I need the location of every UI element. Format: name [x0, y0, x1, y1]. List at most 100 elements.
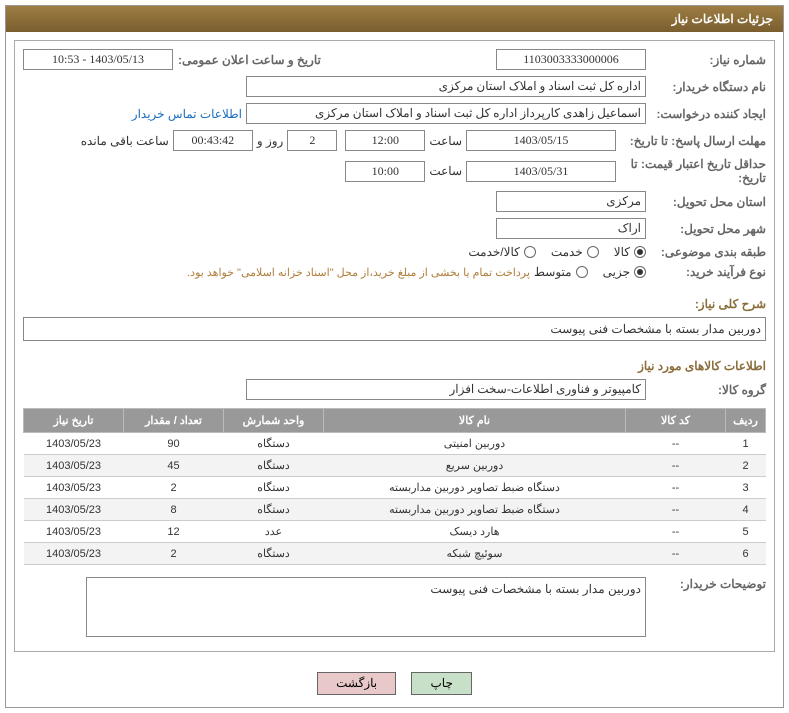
- row-goods-group: گروه کالا: کامپیوتر و فناوری اطلاعات-سخت…: [23, 379, 766, 400]
- table-cell: 1403/05/23: [24, 433, 124, 455]
- print-button[interactable]: چاپ: [411, 672, 471, 695]
- label-requester: ایجاد کننده درخواست:: [646, 107, 766, 121]
- label-buyer-notes: توضیحات خریدار:: [646, 577, 766, 591]
- radio-kala[interactable]: کالا: [614, 245, 646, 259]
- table-row: 4--دستگاه ضبط تصاویر دوربین مداربستهدستگ…: [24, 499, 766, 521]
- table-row: 3--دستگاه ضبط تصاویر دوربین مداربستهدستگ…: [24, 477, 766, 499]
- label-category: طبقه بندی موضوعی:: [646, 245, 766, 259]
- row-purchase-type: نوع فرآیند خرید: جزیی متوسط پرداخت تمام …: [23, 265, 766, 279]
- label-buyer-org: نام دستگاه خریدار:: [646, 80, 766, 94]
- table-cell: دستگاه: [224, 543, 324, 565]
- row-province: استان محل تحویل: مرکزی: [23, 191, 766, 212]
- table-cell: 8: [124, 499, 224, 521]
- table-cell: عدد: [224, 521, 324, 543]
- col-row: ردیف: [726, 409, 766, 433]
- radio-icon: [634, 266, 646, 278]
- table-cell: --: [626, 543, 726, 565]
- col-qty: تعداد / مقدار: [124, 409, 224, 433]
- purchase-note: پرداخت تمام یا بخشی از مبلغ خرید،از محل …: [187, 266, 530, 279]
- goods-group-field: کامپیوتر و فناوری اطلاعات-سخت افزار: [246, 379, 646, 400]
- table-cell: 3: [726, 477, 766, 499]
- col-name: نام کالا: [324, 409, 626, 433]
- back-button[interactable]: بازگشت: [317, 672, 396, 695]
- label-goods-group: گروه کالا:: [646, 383, 766, 397]
- row-requester: ایجاد کننده درخواست: اسماعیل زاهدی کارپر…: [23, 103, 766, 124]
- overall-desc-field: دوربین مدار بسته با مشخصات فنی پیوست: [23, 317, 766, 341]
- validity-time-field: 10:00: [345, 161, 425, 182]
- table-cell: دوربین امنیتی: [324, 433, 626, 455]
- label-need-no: شماره نیاز:: [646, 53, 766, 67]
- contact-link[interactable]: اطلاعات تماس خریدار: [132, 107, 242, 121]
- table-cell: 90: [124, 433, 224, 455]
- radio-icon: [634, 246, 646, 258]
- category-radio-group: کالا خدمت کالا/خدمت: [468, 245, 646, 259]
- table-cell: --: [626, 455, 726, 477]
- radio-icon: [524, 246, 536, 258]
- row-overall-desc: دوربین مدار بسته با مشخصات فنی پیوست: [23, 317, 766, 341]
- table-cell: 1403/05/23: [24, 521, 124, 543]
- radio-motavaset[interactable]: متوسط: [534, 265, 588, 279]
- table-cell: 45: [124, 455, 224, 477]
- table-cell: سوئیچ شبکه: [324, 543, 626, 565]
- radio-icon: [587, 246, 599, 258]
- content-panel: شماره نیاز: 1103003333000006 تاریخ و ساع…: [14, 40, 775, 652]
- days-field: 2: [287, 130, 337, 151]
- table-cell: 6: [726, 543, 766, 565]
- table-cell: دوربین سریع: [324, 455, 626, 477]
- table-cell: 2: [124, 477, 224, 499]
- table-cell: 12: [124, 521, 224, 543]
- radio-khedmat[interactable]: خدمت: [551, 245, 599, 259]
- label-remain: ساعت باقی مانده: [81, 134, 169, 148]
- radio-icon: [576, 266, 588, 278]
- table-cell: 5: [726, 521, 766, 543]
- deadline-time-field: 12:00: [345, 130, 425, 151]
- table-cell: هارد دیسک: [324, 521, 626, 543]
- validity-date-field: 1403/05/31: [466, 161, 616, 182]
- announce-time-field: 1403/05/13 - 10:53: [23, 49, 173, 70]
- row-category: طبقه بندی موضوعی: کالا خدمت کالا/خدمت: [23, 245, 766, 259]
- label-days-and: روز و: [257, 134, 284, 148]
- table-cell: 1403/05/23: [24, 477, 124, 499]
- buyer-org-field: اداره کل ثبت اسناد و املاک استان مرکزی: [246, 76, 646, 97]
- label-deadline: مهلت ارسال پاسخ: تا تاریخ:: [616, 134, 766, 148]
- row-city: شهر محل تحویل: اراک: [23, 218, 766, 239]
- col-code: کد کالا: [626, 409, 726, 433]
- table-row: 1--دوربین امنیتیدستگاه901403/05/23: [24, 433, 766, 455]
- table-cell: دستگاه ضبط تصاویر دوربین مداربسته: [324, 499, 626, 521]
- label-city: شهر محل تحویل:: [646, 222, 766, 236]
- table-cell: دستگاه: [224, 455, 324, 477]
- label-at-2: ساعت: [429, 164, 462, 178]
- city-field: اراک: [496, 218, 646, 239]
- row-buyer-org: نام دستگاه خریدار: اداره کل ثبت اسناد و …: [23, 76, 766, 97]
- clock-field: 00:43:42: [173, 130, 253, 151]
- purchase-radio-group: جزیی متوسط: [534, 265, 646, 279]
- table-cell: --: [626, 433, 726, 455]
- page-title: جزئیات اطلاعات نیاز: [6, 6, 783, 32]
- table-cell: 1: [726, 433, 766, 455]
- table-cell: 2: [124, 543, 224, 565]
- label-announce-time: تاریخ و ساعت اعلان عمومی:: [173, 53, 321, 67]
- buyer-notes-field: دوربین مدار بسته با مشخصات فنی پیوست: [86, 577, 646, 637]
- table-cell: دستگاه: [224, 477, 324, 499]
- table-header: ردیف کد کالا نام کالا واحد شمارش تعداد /…: [24, 409, 766, 433]
- table-body: 1--دوربین امنیتیدستگاه901403/05/232--دور…: [24, 433, 766, 565]
- radio-jozi[interactable]: جزیی: [603, 265, 646, 279]
- row-need-number: شماره نیاز: 1103003333000006 تاریخ و ساع…: [23, 49, 766, 70]
- need-number-field: 1103003333000006: [496, 49, 646, 70]
- col-date: تاریخ نیاز: [24, 409, 124, 433]
- table-cell: دستگاه ضبط تصاویر دوربین مداربسته: [324, 477, 626, 499]
- label-validity: حداقل تاریخ اعتبار قیمت: تا تاریخ:: [616, 157, 766, 185]
- table-cell: دستگاه: [224, 433, 324, 455]
- table-row: 5--هارد دیسکعدد121403/05/23: [24, 521, 766, 543]
- table-cell: 4: [726, 499, 766, 521]
- table-cell: 1403/05/23: [24, 455, 124, 477]
- label-overall: شرح کلی نیاز:: [23, 297, 766, 311]
- table-cell: 1403/05/23: [24, 543, 124, 565]
- goods-section-title: اطلاعات کالاهای مورد نیاز: [23, 359, 766, 373]
- label-at-1: ساعت: [429, 134, 462, 148]
- col-unit: واحد شمارش: [224, 409, 324, 433]
- table-cell: دستگاه: [224, 499, 324, 521]
- main-container: جزئیات اطلاعات نیاز شماره نیاز: 11030033…: [5, 5, 784, 708]
- province-field: مرکزی: [496, 191, 646, 212]
- radio-kala-khedmat[interactable]: کالا/خدمت: [468, 245, 535, 259]
